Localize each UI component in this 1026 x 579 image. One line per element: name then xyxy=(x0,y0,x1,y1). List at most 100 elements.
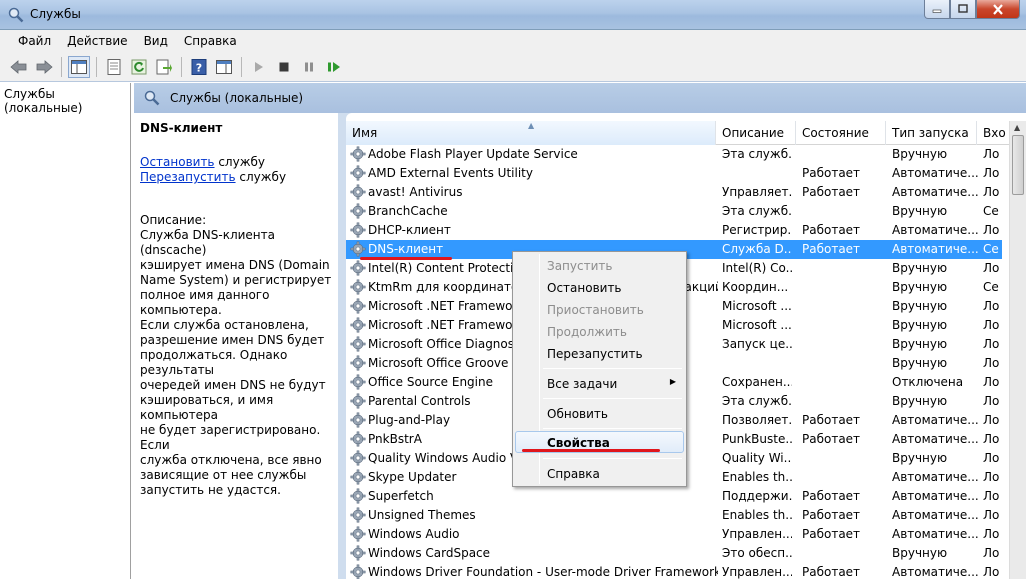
pause-icon xyxy=(305,62,313,71)
ctx-stop[interactable]: Остановить xyxy=(515,276,684,298)
pane-header: Службы (локальные) xyxy=(134,83,1026,113)
ctx-pause[interactable]: Приостановить xyxy=(515,298,684,320)
minimize-button[interactable] xyxy=(924,0,950,19)
service-gear-icon xyxy=(350,450,366,466)
service-gear-icon xyxy=(350,564,366,579)
ctx-restart[interactable]: Перезапустить xyxy=(515,342,684,364)
stop-service-button[interactable] xyxy=(273,56,295,78)
ctx-separator xyxy=(543,398,682,399)
service-logon-cell: Ло xyxy=(983,451,1000,465)
pane-title: Службы (локальные) xyxy=(170,91,304,105)
vertical-scrollbar[interactable]: ▲ xyxy=(1009,121,1026,579)
table-row[interactable]: DHCP-клиент Регистрир... Работает Автоматич… xyxy=(346,221,1002,240)
ctx-separator xyxy=(543,458,682,459)
service-description-cell: Сохранен... xyxy=(722,375,792,389)
refresh-toolbar-button[interactable] xyxy=(128,56,150,78)
properties-toolbar-button[interactable] xyxy=(103,56,125,78)
annotation-underline-properties xyxy=(522,449,660,452)
help-toolbar-button[interactable]: ? xyxy=(188,56,210,78)
menu-action[interactable]: Действие xyxy=(59,34,135,48)
service-state-cell: Работает xyxy=(802,432,861,446)
toolbar-separator xyxy=(241,56,242,77)
service-state-cell: Работает xyxy=(802,527,861,541)
console-tree: Службы (локальные) xyxy=(0,83,131,579)
column-header-name[interactable]: Имя ▲ xyxy=(346,121,716,145)
restart-service-button[interactable] xyxy=(323,56,345,78)
service-logon-cell: Ло xyxy=(983,413,1000,427)
tree-item-services-local[interactable]: Службы (локальные) xyxy=(2,86,130,116)
close-button[interactable] xyxy=(976,0,1020,19)
stop-icon xyxy=(279,62,289,71)
service-description-cell: Эта служб... xyxy=(722,394,792,408)
service-startup-cell: Вручную xyxy=(892,356,948,370)
title-bar: Службы xyxy=(0,0,1026,30)
menu-view[interactable]: Вид xyxy=(136,34,176,48)
show-action-pane-button[interactable] xyxy=(213,56,235,78)
ctx-resume[interactable]: Продолжить xyxy=(515,320,684,342)
forward-button[interactable] xyxy=(33,56,55,78)
forward-arrow-icon xyxy=(36,59,53,74)
service-gear-icon xyxy=(350,526,366,542)
ctx-all-tasks[interactable]: Все задачи ▶ xyxy=(515,372,684,394)
table-row[interactable]: Windows Driver Foundation - User-mode Dr… xyxy=(346,563,1002,579)
export-list-button[interactable] xyxy=(153,56,175,78)
ctx-help[interactable]: Справка xyxy=(515,462,684,484)
table-row[interactable]: Windows Audio Управлен... Работает Автомати… xyxy=(346,525,1002,544)
minimize-icon xyxy=(932,9,942,13)
table-row[interactable]: Unsigned Themes Enables th... Работает Авто… xyxy=(346,506,1002,525)
service-state-cell: Работает xyxy=(802,223,861,237)
service-logon-cell: Ло xyxy=(983,147,1000,161)
service-gear-icon xyxy=(350,298,366,314)
maximize-button[interactable] xyxy=(950,0,976,19)
close-icon xyxy=(993,3,1003,15)
ctx-start[interactable]: Запустить xyxy=(515,254,684,276)
table-row[interactable]: BranchCache Эта служб... Вручную Се xyxy=(346,202,1002,221)
refresh-icon xyxy=(131,59,147,74)
pause-service-button[interactable] xyxy=(298,56,320,78)
menu-help[interactable]: Справка xyxy=(176,34,245,48)
service-description-cell: Microsoft ... xyxy=(722,318,792,332)
service-startup-cell: Вручную xyxy=(892,147,948,161)
service-gear-icon xyxy=(350,279,366,295)
ctx-all-tasks-label: Все задачи xyxy=(547,377,618,391)
submenu-arrow-icon: ▶ xyxy=(669,377,676,386)
service-logon-cell: Ло xyxy=(983,546,1000,560)
service-startup-cell: Автоматиче... xyxy=(892,185,978,199)
service-logon-cell: Ло xyxy=(983,565,1000,579)
service-logon-cell: Ло xyxy=(983,432,1000,446)
scroll-up-icon[interactable]: ▲ xyxy=(1014,123,1020,132)
service-logon-cell: Ло xyxy=(983,318,1000,332)
show-hide-console-tree-button[interactable] xyxy=(68,55,90,78)
service-startup-cell: Вручную xyxy=(892,318,948,332)
table-row[interactable]: Adobe Flash Player Update Service Эта слу… xyxy=(346,145,1002,164)
service-logon-cell: Ло xyxy=(983,394,1000,408)
start-service-button[interactable] xyxy=(248,56,270,78)
service-name-cell: Unsigned Themes xyxy=(368,508,476,522)
service-description-cell: Enables th... xyxy=(722,470,792,484)
ctx-refresh[interactable]: Обновить xyxy=(515,402,684,424)
stop-service-link[interactable]: Остановить xyxy=(140,155,215,169)
service-gear-icon xyxy=(350,241,366,257)
table-row[interactable]: AMD External Events Utility Работает Автом… xyxy=(346,164,1002,183)
restart-service-link[interactable]: Перезапустить xyxy=(140,170,236,184)
service-startup-cell: Автоматиче... xyxy=(892,413,978,427)
table-row[interactable]: avast! Antivirus Управляет... Работает Авто… xyxy=(346,183,1002,202)
stop-service-action: Остановить службу xyxy=(140,155,338,170)
service-name-cell: Windows CardSpace xyxy=(368,546,491,560)
window-title: Службы xyxy=(30,7,81,21)
service-startup-cell: Вручную xyxy=(892,204,948,218)
menu-file[interactable]: Файл xyxy=(10,34,59,48)
column-header-startup-type[interactable]: Тип запуска xyxy=(886,121,977,145)
table-row[interactable]: Superfetch Поддержи... Работает Автоматиче.… xyxy=(346,487,1002,506)
column-header-state[interactable]: Состояние xyxy=(796,121,886,145)
toolbar: ? xyxy=(0,52,1026,82)
service-startup-cell: Автоматиче... xyxy=(892,489,978,503)
back-arrow-icon xyxy=(10,59,27,74)
column-header-description[interactable]: Описание xyxy=(716,121,796,145)
service-description-cell: Quality Wi... xyxy=(722,451,792,465)
table-row[interactable]: Windows CardSpace Это обесп... Вручную Ло xyxy=(346,544,1002,563)
service-gear-icon xyxy=(350,165,366,181)
service-logon-cell: Ло xyxy=(983,223,1000,237)
back-button[interactable] xyxy=(8,56,30,78)
scrollbar-thumb[interactable] xyxy=(1012,135,1024,195)
